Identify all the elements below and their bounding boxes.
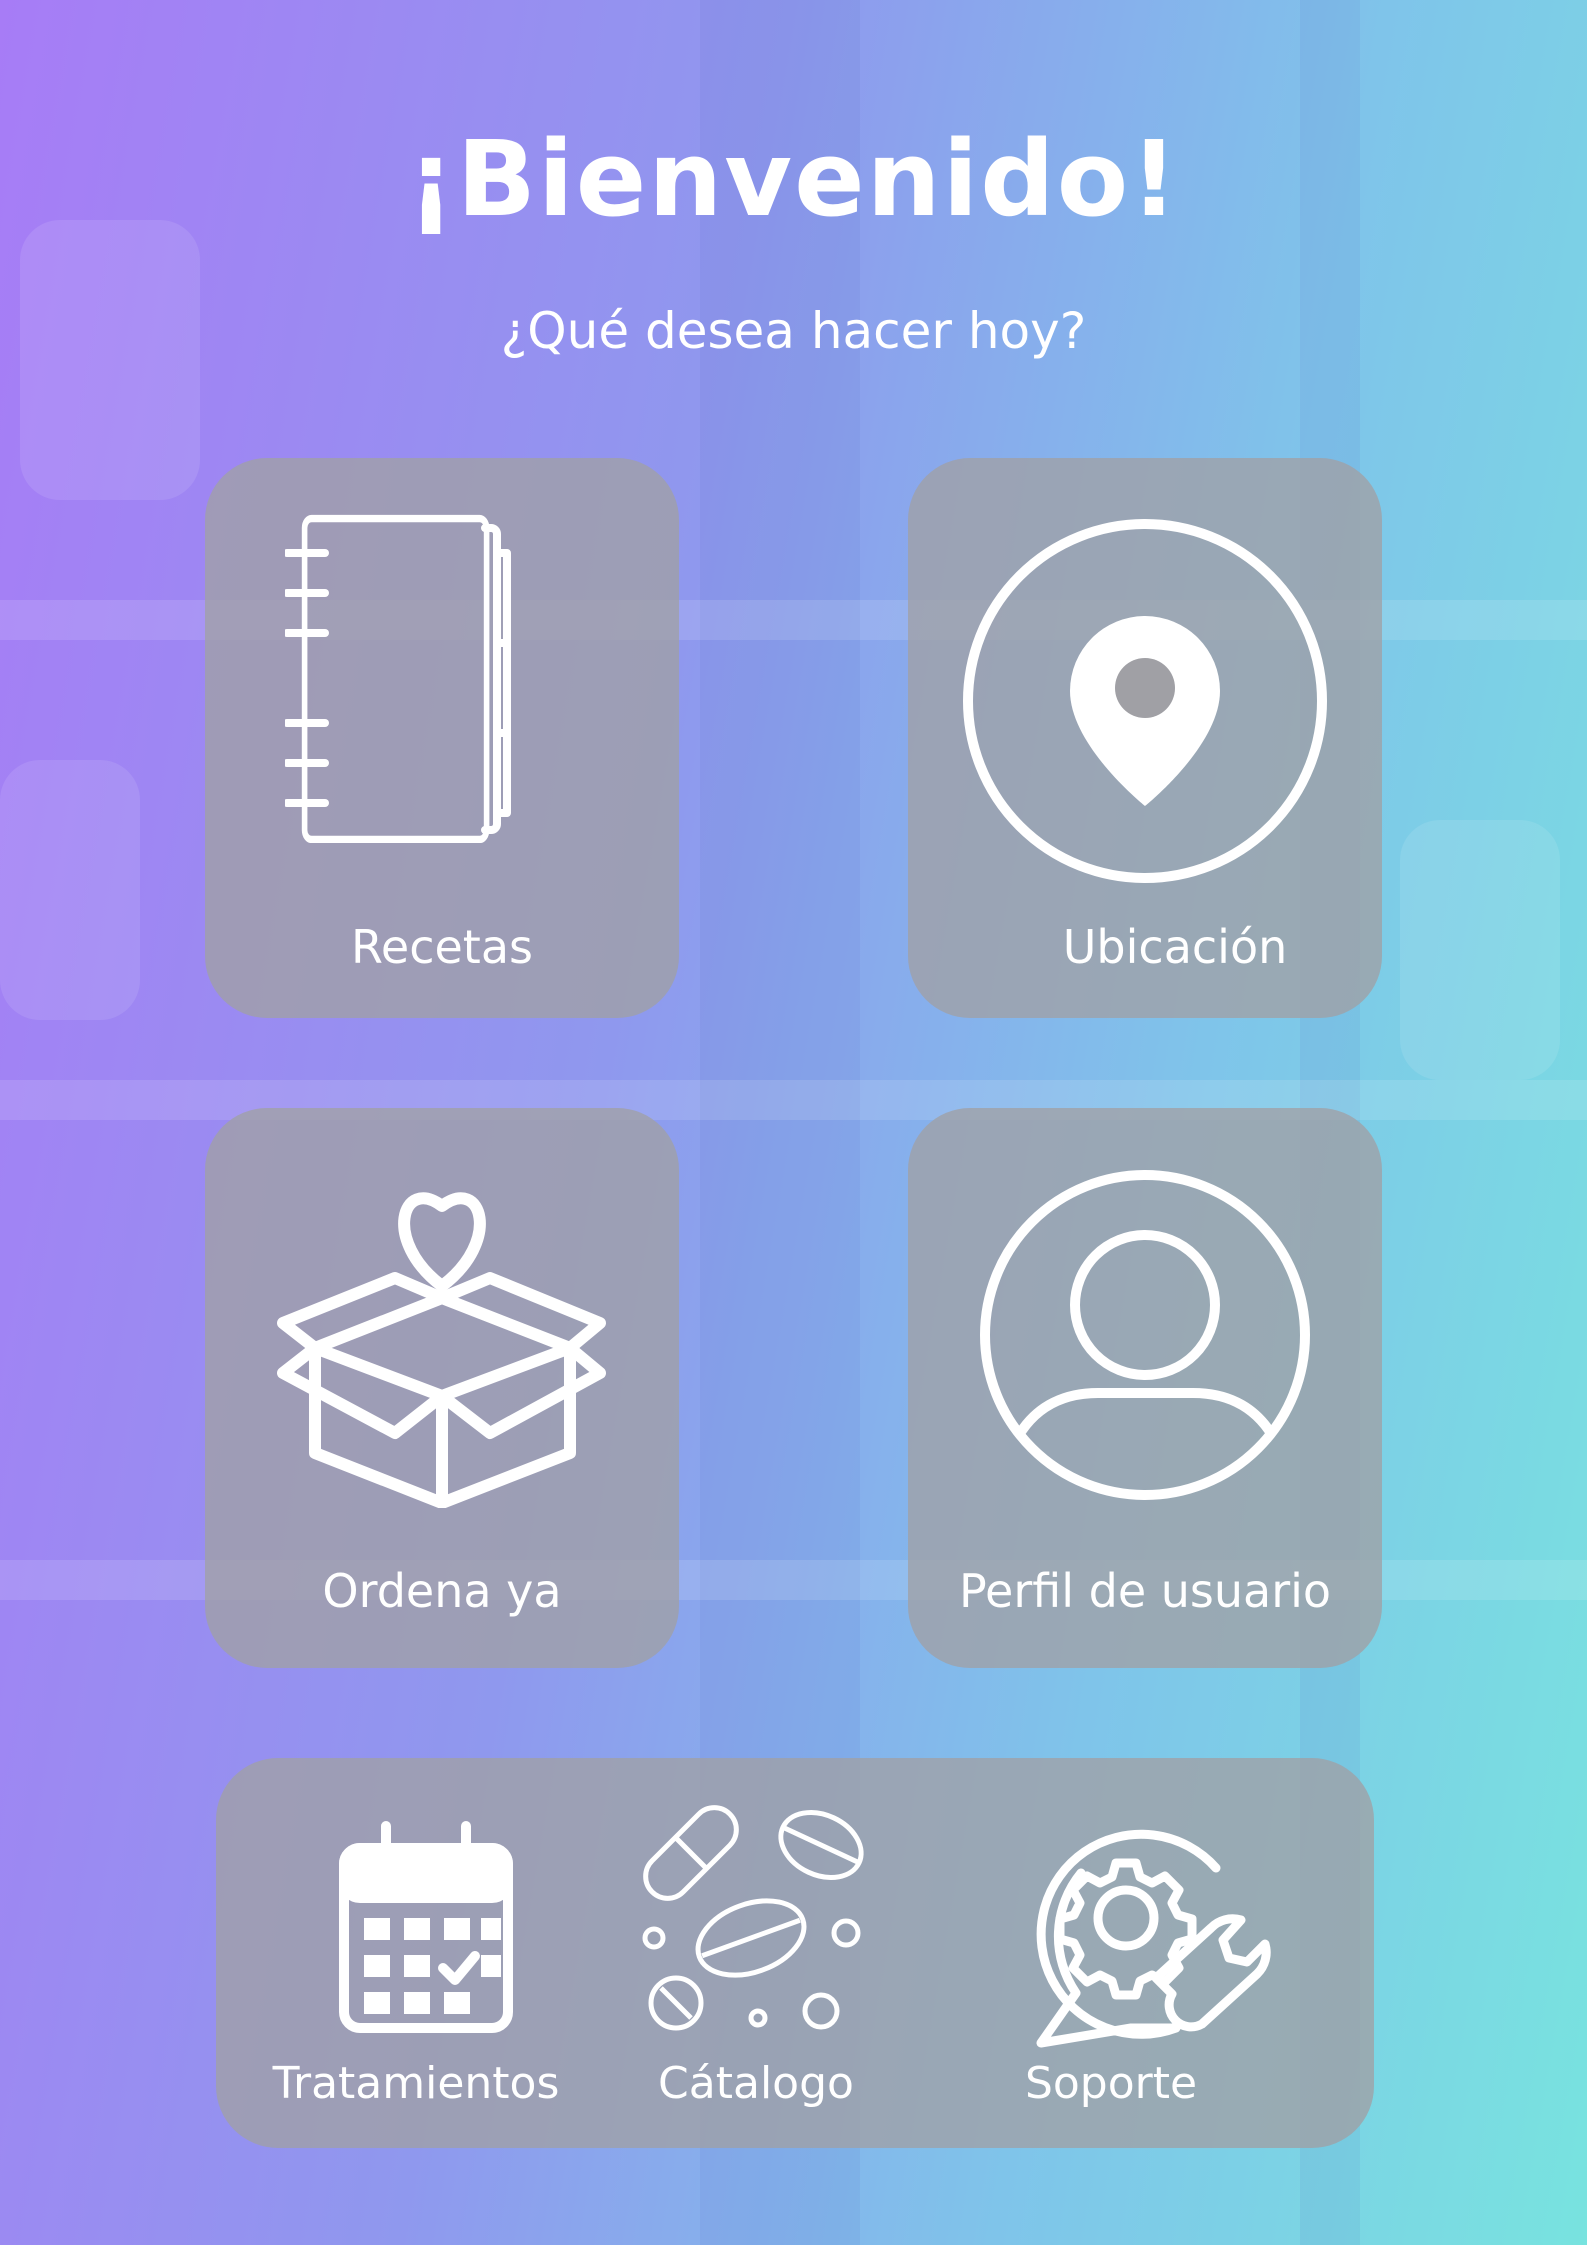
perfil-label: Perfil de usuario bbox=[958, 1564, 1332, 1618]
recetas-label: Recetas bbox=[351, 920, 533, 974]
bottom-panel: Tratamientos Cátalogo Soporte bbox=[216, 1758, 1374, 2148]
recetas-card[interactable]: Recetas bbox=[205, 458, 679, 1018]
pills-icon bbox=[636, 1803, 896, 2043]
catalogo-button[interactable]: Cátalogo bbox=[642, 1758, 946, 2148]
ubicacion-card[interactable]: Ubicación bbox=[908, 458, 1382, 1018]
perfil-card[interactable]: Perfil de usuario bbox=[908, 1108, 1382, 1668]
notebook-icon bbox=[285, 513, 525, 843]
ordena-label: Ordena ya bbox=[322, 1564, 562, 1618]
tratamientos-label: Tratamientos bbox=[272, 2058, 560, 2109]
catalogo-label: Cátalogo bbox=[658, 2058, 854, 2109]
tratamientos-button[interactable]: Tratamientos bbox=[266, 1758, 566, 2148]
gift-box-heart-icon bbox=[275, 1168, 615, 1508]
soporte-button[interactable]: Soporte bbox=[1025, 1758, 1331, 2148]
page-subtitle: ¿Qué desea hacer hoy? bbox=[500, 302, 1087, 360]
support-gear-wrench-icon bbox=[1026, 1818, 1286, 2058]
ubicacion-label: Ubicación bbox=[1062, 920, 1288, 974]
ordena-card[interactable]: Ordena ya bbox=[205, 1108, 679, 1668]
calendar-icon bbox=[336, 1818, 516, 2038]
location-pin-icon bbox=[960, 516, 1330, 886]
soporte-label: Soporte bbox=[1024, 2058, 1198, 2109]
page-title: ¡Bienvenido! bbox=[407, 118, 1180, 240]
user-profile-icon bbox=[978, 1168, 1312, 1502]
